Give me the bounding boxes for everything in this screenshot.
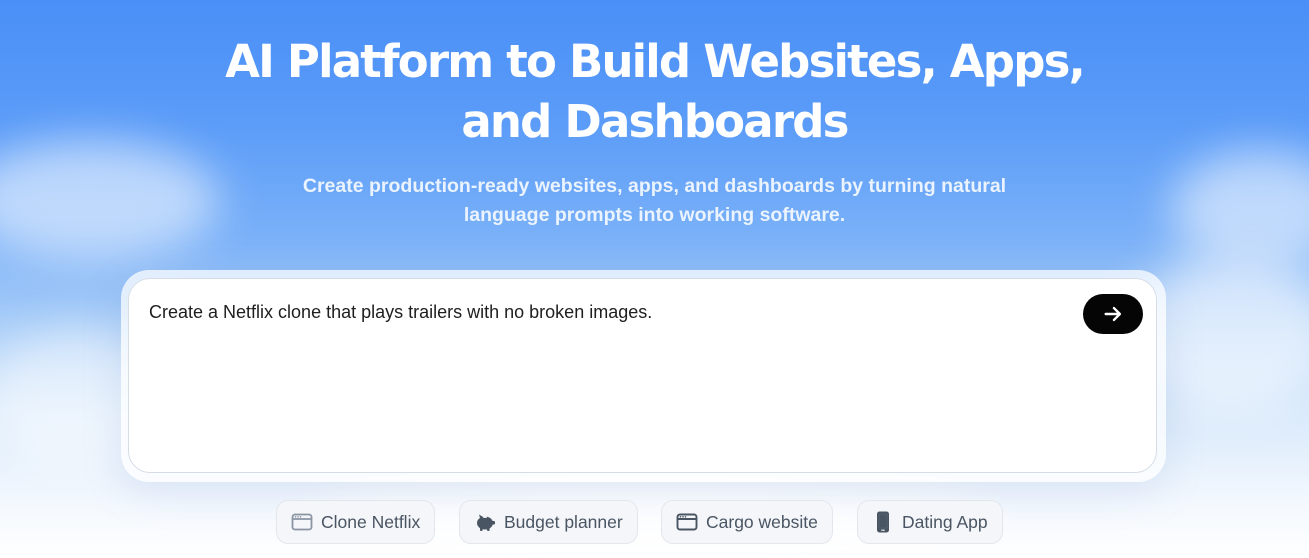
suggestion-label: Cargo website [706,511,818,532]
suggestion-cargo-website[interactable]: Cargo website [661,500,833,544]
prompt-box: Create a Netflix clone that plays traile… [128,278,1157,473]
page-title-line-2: and Dashboards [461,95,849,148]
suggestion-label: Dating App [902,511,988,532]
suggestion-label: Budget planner [504,511,623,532]
suggestion-label: Clone Netflix [321,511,421,532]
suggestion-clone-netflix[interactable]: Clone Netflix [276,500,436,544]
page-subtitle: Create production-ready websites, apps, … [0,172,1309,230]
suggestion-budget-planner[interactable]: Budget planner [459,500,638,544]
send-button[interactable] [1083,294,1143,334]
suggestion-chips: Clone Netflix Budget planner Cargo websi… [0,500,1309,546]
prompt-card: Create a Netflix clone that plays traile… [121,270,1166,482]
arrow-right-icon [1104,306,1122,322]
page-title: AI Platform to Build Websites, Apps, and… [0,32,1309,152]
page-title-line-1: AI Platform to Build Websites, Apps, [225,35,1086,88]
browser-window-icon [676,511,698,533]
browser-window-icon [291,511,313,533]
page-subtitle-line-2: language prompts into working software. [463,204,846,226]
smartphone-icon [872,511,894,533]
suggestion-dating-app[interactable]: Dating App [857,500,1003,544]
piggy-bank-icon [474,511,496,533]
prompt-input[interactable]: Create a Netflix clone that plays traile… [149,299,1049,325]
page-subtitle-line-1: Create production-ready websites, apps, … [302,175,1007,197]
